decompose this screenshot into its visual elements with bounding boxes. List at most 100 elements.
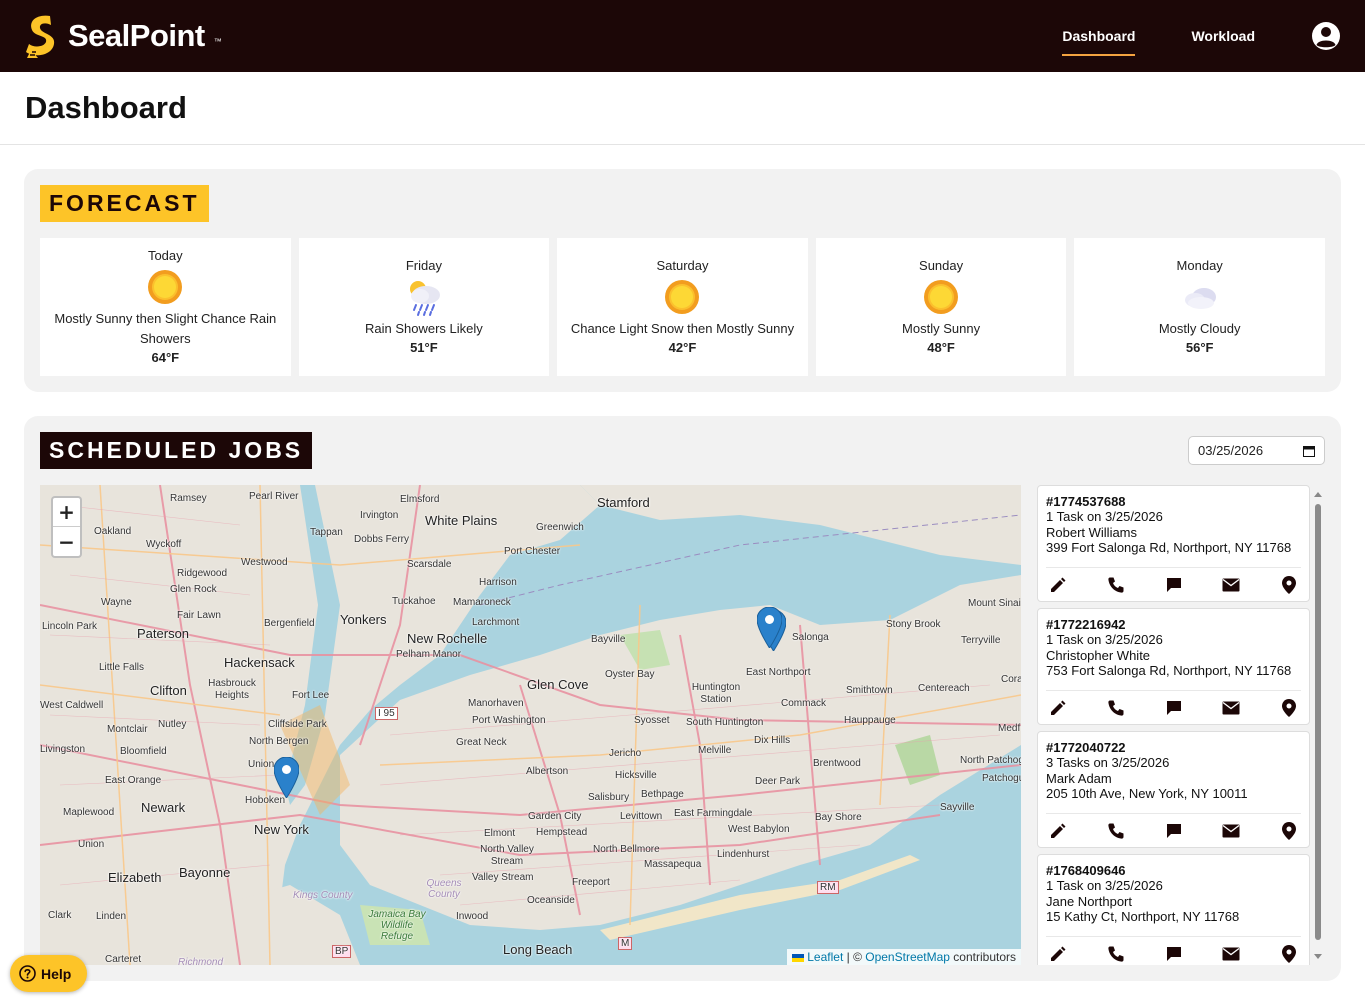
day-description: Chance Light Snow then Mostly Sunny — [570, 320, 795, 336]
day-name: Today — [147, 247, 183, 263]
phone-icon[interactable] — [1106, 575, 1126, 595]
map-label: Newark — [141, 800, 186, 815]
osm-link[interactable]: OpenStreetMap — [865, 950, 950, 964]
user-circle-icon[interactable] — [1311, 21, 1341, 51]
map-label: Bayville — [591, 634, 626, 645]
trademark: ™ — [213, 37, 222, 46]
email-icon[interactable] — [1221, 821, 1241, 841]
map-label: Inwood — [456, 911, 489, 922]
map-attribution: Leaflet | © OpenStreetMap contributors — [786, 949, 1021, 965]
map-label: Valley Stream — [472, 872, 534, 883]
map-label: Irvington — [360, 510, 399, 521]
main-nav: Dashboard Workload — [1006, 21, 1341, 56]
map-label: Manorhaven — [468, 698, 524, 709]
edit-icon[interactable] — [1048, 698, 1068, 718]
job-card[interactable]: #1772216942 1 Task on 3/25/2026 Christop… — [1037, 608, 1310, 725]
scrollbar-thumb[interactable] — [1315, 504, 1321, 940]
ukraine-flag-icon — [791, 953, 804, 962]
job-id: #1772216942 — [1046, 617, 1126, 632]
job-tasks: 1 Task on 3/25/2026 — [1046, 509, 1163, 524]
job-customer: Jane Northport — [1046, 893, 1132, 909]
page-title: Dashboard — [25, 90, 187, 125]
map-label: Dobbs Ferry — [354, 534, 410, 545]
logo[interactable]: SealPoint ™ — [24, 12, 222, 60]
job-customer: Christopher White — [1046, 647, 1151, 663]
map-label: Syosset — [634, 715, 670, 726]
day-temperature: 64°F — [151, 349, 180, 365]
map-label: Massapequa — [644, 859, 702, 870]
email-icon[interactable] — [1221, 944, 1241, 964]
edit-icon[interactable] — [1048, 821, 1068, 841]
map-label: Hasbrouck Heights — [208, 678, 256, 701]
map-label: Maplewood — [63, 807, 115, 818]
forecast-days: Today Mostly Sunny then Slight Chance Ra… — [40, 238, 1325, 376]
map-label: New Rochelle — [407, 631, 488, 646]
leaflet-link[interactable]: Leaflet — [807, 950, 843, 964]
message-icon[interactable] — [1164, 575, 1184, 595]
location-pin-icon[interactable] — [1279, 575, 1299, 595]
job-card[interactable]: #1774537688 1 Task on 3/25/2026 Robert W… — [1037, 485, 1310, 602]
nav-dashboard[interactable]: Dashboard — [1062, 28, 1136, 56]
message-icon[interactable] — [1164, 821, 1184, 841]
map-label: Oakland — [94, 526, 132, 537]
location-pin-icon[interactable] — [1279, 944, 1299, 964]
zoom-out-button[interactable]: − — [53, 527, 80, 556]
map-label: Hackensack — [224, 655, 295, 670]
map-label: Richmond — [178, 957, 224, 965]
map-label: Bay Shore — [815, 812, 862, 823]
map-label: Livingston — [40, 744, 86, 755]
help-button[interactable]: Help — [10, 955, 87, 992]
map-label: Clifton — [150, 683, 187, 698]
map-label: Commack — [781, 698, 827, 709]
map-label: East Farmingdale — [674, 808, 753, 819]
job-list-scrollbar[interactable] — [1312, 487, 1324, 964]
job-list[interactable]: #1774537688 1 Task on 3/25/2026 Robert W… — [1037, 485, 1325, 965]
map-label: BP — [332, 945, 352, 958]
map-label: Freeport — [572, 877, 610, 888]
job-id: #1774537688 — [1046, 494, 1126, 509]
map-label: Smithtown — [846, 685, 893, 696]
job-card[interactable]: #1768409646 1 Task on 3/25/2026 Jane Nor… — [1037, 854, 1310, 965]
sun-icon — [662, 277, 702, 317]
phone-icon[interactable] — [1106, 944, 1126, 964]
map-label: Lindenhurst — [717, 849, 770, 860]
message-icon[interactable] — [1164, 698, 1184, 718]
map-label: Melville — [698, 745, 732, 756]
email-icon[interactable] — [1221, 698, 1241, 718]
zoom-control: + − — [51, 496, 82, 558]
map-label: Paterson — [137, 626, 190, 641]
map-label: Fort Lee — [292, 690, 330, 701]
calendar-icon[interactable] — [1303, 445, 1315, 457]
job-customer: Robert Williams — [1046, 524, 1138, 540]
map-label: North Patchogue — [960, 755, 1021, 766]
map-label: North Bellmore — [593, 844, 660, 855]
jobs-map[interactable]: Ramsey Pearl River Elmsford Stamford Oak… — [40, 485, 1021, 965]
edit-icon[interactable] — [1048, 575, 1068, 595]
location-pin-icon[interactable] — [1279, 821, 1299, 841]
message-icon[interactable] — [1164, 944, 1184, 964]
edit-icon[interactable] — [1048, 944, 1068, 964]
zoom-in-button[interactable]: + — [53, 498, 80, 527]
forecast-day: Monday Mostly Cloudy 56°F — [1074, 238, 1325, 376]
email-icon[interactable] — [1221, 575, 1241, 595]
map-marker[interactable] — [274, 757, 299, 798]
day-description: Mostly Sunny then Slight Chance Rain Sho… — [54, 310, 277, 346]
job-id: #1772040722 — [1046, 740, 1126, 755]
map-marker[interactable] — [757, 607, 782, 648]
location-pin-icon[interactable] — [1279, 698, 1299, 718]
job-card[interactable]: #1772040722 3 Tasks on 3/25/2026 Mark Ad… — [1037, 731, 1310, 848]
job-actions — [1046, 813, 1301, 847]
scroll-up-arrow-icon[interactable] — [1312, 489, 1324, 499]
date-picker[interactable]: 03/25/2026 — [1188, 436, 1325, 465]
nav-workload[interactable]: Workload — [1191, 28, 1255, 44]
map-label: Ramsey — [170, 493, 207, 504]
phone-icon[interactable] — [1106, 698, 1126, 718]
map-label: Clark — [48, 910, 72, 921]
job-tasks: 1 Task on 3/25/2026 — [1046, 878, 1163, 893]
map-label: RM — [817, 881, 839, 894]
phone-icon[interactable] — [1106, 821, 1126, 841]
help-label: Help — [41, 965, 72, 982]
map-label: Yonkers — [340, 612, 387, 627]
map-label: Port Chester — [504, 546, 561, 557]
scroll-down-arrow-icon[interactable] — [1312, 952, 1324, 962]
